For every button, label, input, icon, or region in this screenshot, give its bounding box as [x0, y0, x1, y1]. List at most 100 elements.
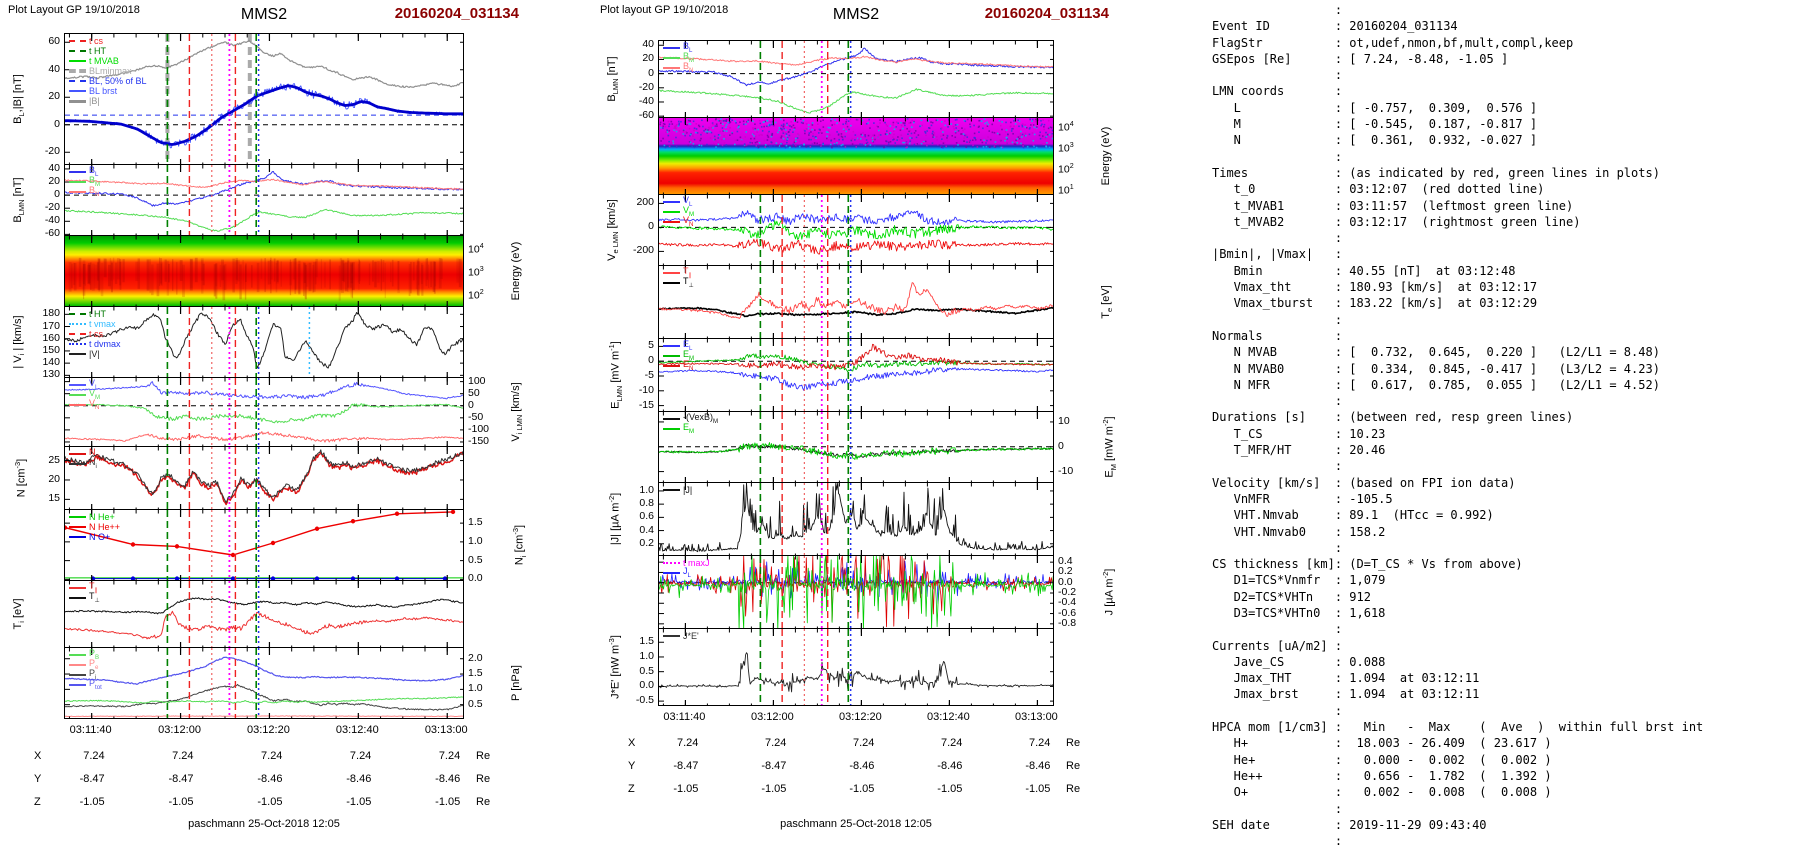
legend-line-swatch	[663, 355, 680, 357]
legend-label: T⊥	[89, 590, 100, 604]
plot-panel-e-spectrogram	[658, 117, 1054, 195]
j-mag-chart	[659, 483, 1053, 555]
series-Ti-para	[65, 610, 463, 640]
legend-label: t cs	[89, 35, 104, 46]
y-tick-label: -0.8	[1058, 616, 1077, 629]
plot-layout-note: Plot Layout GP 19/10/2018	[8, 4, 140, 16]
density-chart	[65, 447, 463, 509]
b-lmn-left-chart	[65, 165, 463, 235]
y-tick-label: 130	[42, 368, 60, 381]
jdote-chart	[659, 629, 1053, 705]
position-value: -8.47	[761, 760, 787, 772]
page: Plot Layout GP 19/10/2018 MMS2 20160204_03…	[0, 0, 1804, 848]
position-value: -1.05	[435, 796, 461, 808]
position-value: 7.24	[852, 737, 875, 749]
legend-item: |J|	[663, 485, 692, 495]
legend-line-swatch	[663, 418, 680, 420]
plot-panel-vi-mag: t HT t vmax t cs t dvmax |V|	[64, 306, 464, 378]
legend-item: t HT	[69, 309, 121, 319]
legend-e-lmn: EL EM EN	[663, 339, 694, 371]
legend-ve-lmn: VL VM VN	[663, 195, 694, 227]
event-id: 20160204_031134	[984, 5, 1109, 22]
legend-line-swatch	[663, 489, 680, 491]
position-value: -1.05	[937, 783, 963, 795]
series-JdotE	[659, 652, 1053, 693]
plot-panel-ni-minor: N He+ N He++ N O+	[64, 509, 464, 581]
y-tick-label: 20	[48, 175, 60, 188]
legend-label: t dvmax	[89, 338, 121, 349]
series-Vi-L	[65, 381, 463, 400]
y-tick-label: 104	[1058, 120, 1074, 134]
y-axis-label-vi-mag: | Vi | [km/s]	[12, 315, 27, 369]
y-tick-label: 1.5	[468, 516, 483, 529]
plot-layout-note: Plot layout GP 19/10/2018	[600, 4, 729, 16]
position-value: 7.24	[83, 750, 105, 762]
ni-minor-chart	[65, 510, 463, 580]
time-tick-label: 03:12:00	[158, 724, 201, 736]
legend-line-swatch	[69, 453, 86, 455]
y-tick-label: 101	[1058, 182, 1074, 197]
series-Vi-magnitude	[65, 312, 463, 369]
legend-label: |J|	[683, 484, 693, 495]
time-tick-label: 03:12:00	[750, 711, 794, 723]
ion-spectrogram-chart	[68, 236, 462, 306]
legend-label: t cs	[89, 328, 104, 339]
legend-line-swatch	[69, 181, 86, 183]
y-axis-label-jdote: J*E' [nW m-3]	[607, 635, 622, 699]
time-tick-label: 03:13:00	[1014, 711, 1058, 723]
legend-label: t HT	[89, 308, 106, 319]
legend-label: T⊥	[683, 275, 694, 289]
legend-item: BL, 50% of BL	[69, 76, 147, 86]
legend-item: BLminmax	[69, 66, 147, 76]
position-unit: Re	[476, 796, 491, 808]
series-J-N	[659, 556, 1053, 628]
plot-panel-ti: T∥ T⊥	[64, 580, 464, 648]
legend-line-swatch	[69, 50, 86, 52]
plot-footer: paschmann 25-Oct-2018 12:05	[188, 818, 340, 830]
legend-line-swatch	[69, 463, 86, 465]
y-tick-label: 100	[468, 374, 486, 387]
position-value: 7.24	[676, 737, 699, 749]
series-Vi-M	[65, 403, 463, 424]
legend-line-swatch	[663, 211, 680, 213]
legend-item: |V|	[69, 349, 121, 359]
legend-line-swatch	[663, 635, 680, 637]
plot-panel-j-lmn: t maxJ JL	[658, 555, 1054, 629]
legend-line-swatch	[663, 221, 680, 223]
position-value: -8.47	[673, 760, 699, 772]
y-axis-right-label-j-lmn: J [µA m-2]	[1101, 568, 1116, 616]
legend-line-swatch	[69, 40, 86, 42]
series-P-magnetic	[65, 696, 463, 704]
position-value: -1.05	[849, 783, 875, 795]
legend-te: T∥ T⊥	[663, 266, 694, 289]
legend-bl-b: t cs t HT t MVAB BLminmax BL, 50% of BL BL br…	[69, 36, 147, 106]
legend-item: VN	[69, 398, 100, 410]
y-tick-label: 0.0	[468, 572, 483, 585]
y-tick-label: 40	[48, 161, 60, 174]
e-lmn-chart	[659, 339, 1053, 411]
legend-line-swatch	[69, 343, 86, 345]
position-value: 7.24	[940, 737, 963, 749]
b-lmn-mid-chart	[659, 41, 1053, 117]
plot-panel-te: T∥ T⊥	[658, 265, 1054, 339]
y-tick-label: -50	[468, 410, 484, 423]
legend-line-swatch	[663, 67, 680, 69]
y-tick-label: 0.5	[468, 697, 483, 710]
legend-label: EM	[683, 421, 695, 435]
y-tick-label: -20	[44, 145, 60, 158]
plot-panel-b-lmn-mid: BL BM BN	[658, 40, 1054, 118]
legend-line-swatch	[69, 384, 86, 386]
position-value: -8.46	[1025, 760, 1051, 772]
series-B-M	[65, 208, 463, 232]
y-tick-label: 1.0	[468, 682, 483, 695]
y-axis-right-label-ion-spectrogram: Energy (eV)	[510, 241, 522, 301]
time-tick-label: 03:12:40	[926, 711, 970, 723]
event-id: 20160204_031134	[394, 5, 519, 22]
y-axis-label-ti: Ti [eV]	[12, 598, 27, 630]
position-value: -8.47	[79, 773, 105, 785]
position-value: 7.24	[261, 750, 283, 762]
legend-line-swatch	[663, 572, 680, 574]
position-value: -1.05	[346, 796, 372, 808]
legend-line-swatch	[69, 60, 86, 62]
plot-panel-jdote: J*E'	[658, 628, 1054, 706]
